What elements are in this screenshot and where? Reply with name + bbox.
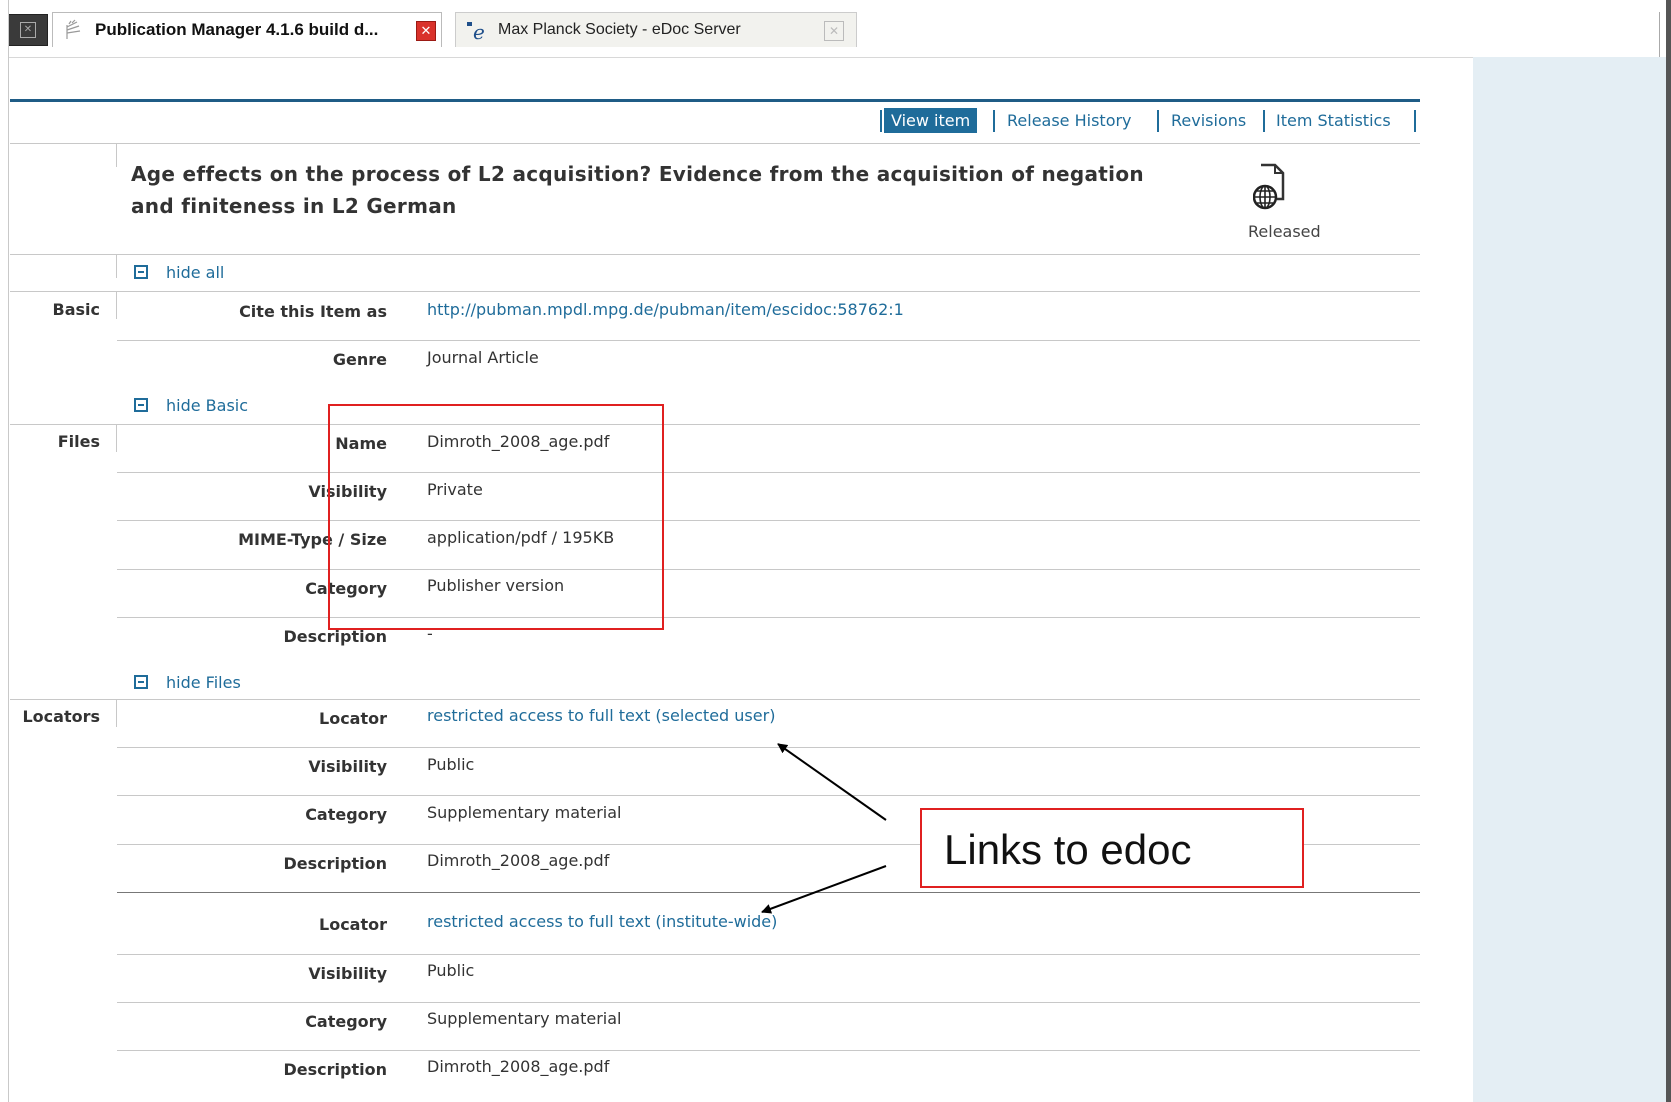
tab-title: Publication Manager 4.1.6 build d... [95, 20, 379, 39]
collapse-icon [134, 265, 148, 279]
divider [117, 472, 1420, 473]
locator-visibility-value: Public [427, 755, 475, 774]
field-label: Genre [332, 350, 387, 369]
close-tab-icon[interactable]: ✕ [416, 21, 436, 41]
toggle-label: hide Files [166, 673, 241, 692]
divider [117, 795, 1420, 796]
field-label: Description [283, 1060, 387, 1079]
browser-tab-bar: ✕ Publication Manager 4.1.6 build d... ✕… [0, 0, 1671, 69]
field-label: Locator [319, 709, 387, 728]
tab-revisions[interactable]: Revisions [1171, 111, 1246, 130]
section-heading-files: Files [57, 432, 100, 451]
browser-tab-publication-manager[interactable]: Publication Manager 4.1.6 build d... ✕ [52, 12, 442, 47]
locator-category-value: Supplementary material [427, 1009, 622, 1028]
released-globe-icon [1253, 163, 1285, 210]
browser-tab-edoc[interactable]: e Max Planck Society - eDoc Server ✕ [455, 12, 857, 47]
cite-link[interactable]: http://pubman.mpdl.mpg.de/pubman/item/es… [427, 300, 904, 319]
nav-separator [993, 110, 995, 132]
highlight-box-files [328, 404, 664, 630]
divider [116, 254, 117, 278]
hide-files-toggle[interactable]: hide Files [134, 673, 241, 692]
window-right-edge [1666, 0, 1671, 1102]
locator-description-value: Dimroth_2008_age.pdf [427, 851, 610, 870]
field-label: Description [283, 854, 387, 873]
group-divider [117, 892, 1420, 893]
arrow-to-locator-2 [761, 865, 887, 914]
nav-separator [1157, 110, 1159, 132]
toggle-label: hide all [166, 263, 225, 282]
nav-separator [880, 110, 882, 132]
locator-visibility-value: Public [427, 961, 475, 980]
divider [116, 143, 117, 167]
item-title-line: and finiteness in L2 German [131, 194, 457, 218]
divider [10, 143, 1420, 144]
close-tab-icon[interactable]: ✕ [824, 21, 844, 41]
tab-view-item[interactable]: View item [884, 108, 978, 133]
item-nav: View item Release History Revisions Item… [0, 108, 1420, 134]
hide-basic-toggle[interactable]: hide Basic [134, 396, 248, 415]
field-label: Locator [319, 915, 387, 934]
field-label: Cite this Item as [239, 302, 387, 321]
divider [10, 254, 1420, 255]
section-heading-basic: Basic [52, 300, 100, 319]
arrow-to-locator-1 [777, 743, 887, 821]
header-rule [10, 99, 1420, 102]
divider [117, 617, 1420, 618]
locator-description-value: Dimroth_2008_age.pdf [427, 1057, 610, 1076]
field-label: Visibility [308, 757, 387, 776]
item-title-line: Age effects on the process of L2 acquisi… [131, 162, 1144, 186]
nav-separator [1414, 110, 1416, 132]
side-panel [1473, 57, 1666, 1102]
annotation-text: Links to edoc [944, 826, 1192, 873]
tab-title: Max Planck Society - eDoc Server [498, 21, 741, 38]
divider [10, 291, 1420, 292]
locator-category-value: Supplementary material [427, 803, 622, 822]
locator-link-institute-wide[interactable]: restricted access to full text (institut… [427, 912, 777, 931]
divider [117, 1002, 1420, 1003]
nav-separator [1263, 110, 1265, 132]
tab-list-button[interactable]: ✕ [8, 14, 48, 46]
field-label: Category [305, 1012, 387, 1031]
svg-text:e: e [473, 20, 485, 41]
divider [117, 569, 1420, 570]
item-title: Age effects on the process of L2 acquisi… [131, 158, 1171, 222]
hide-all-toggle[interactable]: hide all [134, 263, 224, 282]
field-label: Visibility [308, 964, 387, 983]
tab-item-statistics[interactable]: Item Statistics [1276, 111, 1391, 130]
divider [10, 424, 1420, 425]
field-label: Category [305, 805, 387, 824]
divider [117, 747, 1420, 748]
annotation-callout: Links to edoc [920, 808, 1304, 888]
collapse-icon [134, 398, 148, 412]
section-heading-locators: Locators [22, 707, 100, 726]
close-icon: ✕ [20, 22, 36, 38]
divider [117, 340, 1420, 341]
divider [10, 699, 1420, 700]
status-label: Released [1248, 222, 1321, 241]
edoc-favicon-icon: e [467, 20, 485, 41]
divider [117, 1050, 1420, 1051]
divider [117, 520, 1420, 521]
locator-link-selected-user[interactable]: restricted access to full text (selected… [427, 706, 775, 725]
toggle-label: hide Basic [166, 396, 249, 415]
divider [117, 954, 1420, 955]
genre-value: Journal Article [427, 348, 539, 367]
window-left-edge [0, 0, 9, 1102]
tab-release-history[interactable]: Release History [1007, 111, 1132, 130]
pubman-favicon-icon [66, 19, 81, 39]
collapse-icon [134, 675, 148, 689]
